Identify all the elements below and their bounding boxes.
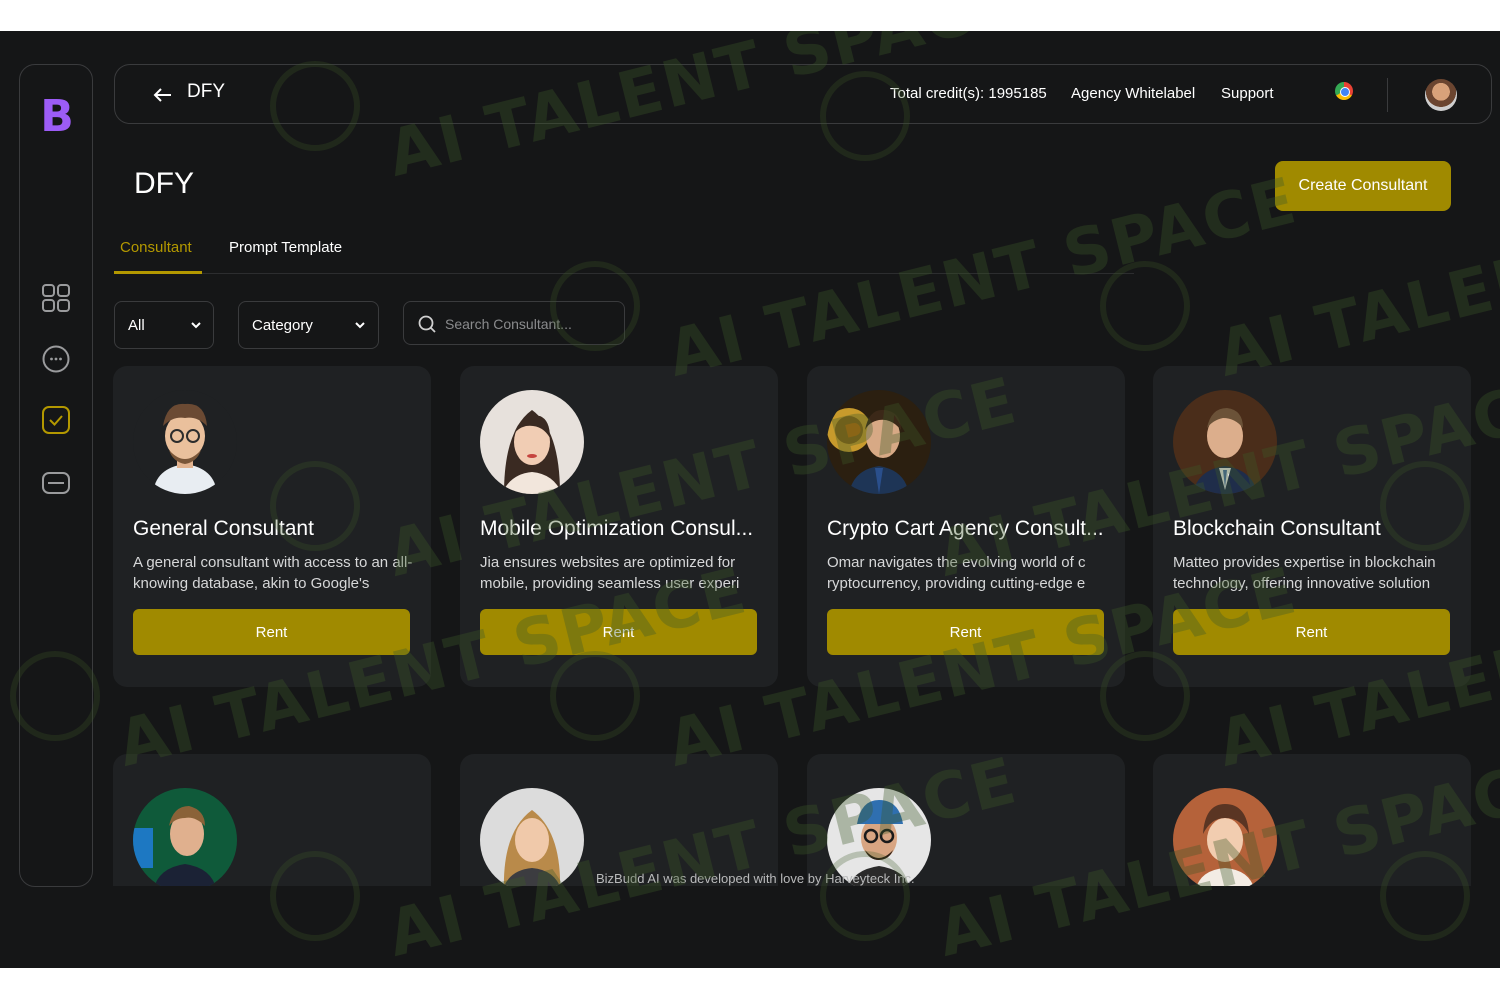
consultant-description: Jia ensures websites are optimized for m… xyxy=(480,554,740,592)
back-arrow-icon[interactable] xyxy=(151,83,175,107)
consultant-description: A general consultant with access to an a… xyxy=(133,554,413,592)
bottom-mask xyxy=(100,886,1500,968)
avatar xyxy=(480,788,584,892)
chrome-icon[interactable] xyxy=(1335,82,1353,100)
type-select[interactable]: All xyxy=(114,301,214,349)
search-box xyxy=(403,301,625,345)
avatar xyxy=(133,788,237,892)
consultant-name: Crypto Cart Agency Consult... xyxy=(827,517,1104,540)
rent-button[interactable]: Rent xyxy=(133,609,410,655)
search-icon xyxy=(417,314,437,334)
rent-button[interactable]: Rent xyxy=(827,609,1104,655)
category-select-value: Category xyxy=(252,317,313,334)
watermark-text: AI TALENT SPACE xyxy=(660,164,1305,392)
create-consultant-button[interactable]: Create Consultant xyxy=(1275,161,1451,211)
consultant-card: Mobile Optimization Consul... Jia ensure… xyxy=(460,366,778,687)
topbar-divider xyxy=(1387,78,1388,112)
rent-button[interactable]: Rent xyxy=(1173,609,1450,655)
agency-whitelabel-link[interactable]: Agency Whitelabel xyxy=(1071,85,1195,102)
avatar xyxy=(1173,788,1277,892)
chevron-down-icon xyxy=(353,318,367,332)
consultant-name: Blockchain Consultant xyxy=(1173,517,1381,540)
category-select[interactable]: Category xyxy=(238,301,379,349)
consultant-description: Matteo provides expertise in blockchain … xyxy=(1173,554,1436,592)
top-bar: DFY Total credit(s): 1995185 Agency Whit… xyxy=(114,64,1492,124)
chevron-down-icon xyxy=(189,318,203,332)
tab-consultant[interactable]: Consultant xyxy=(120,239,192,256)
avatar xyxy=(133,390,237,494)
card-icon[interactable] xyxy=(41,468,71,498)
user-avatar[interactable] xyxy=(1425,79,1457,111)
support-link[interactable]: Support xyxy=(1221,85,1274,102)
app-screen: B DFY Total credit(s): 1995185 Agency Wh… xyxy=(0,31,1500,968)
consultant-card: Crypto Cart Agency Consult... Omar navig… xyxy=(807,366,1125,687)
type-select-value: All xyxy=(128,317,145,334)
rent-button[interactable]: Rent xyxy=(480,609,757,655)
avatar xyxy=(827,390,931,494)
credits-counter: Total credit(s): 1995185 xyxy=(890,85,1047,102)
consultant-name: Mobile Optimization Consul... xyxy=(480,517,754,540)
tab-prompt-template[interactable]: Prompt Template xyxy=(229,239,342,256)
search-input[interactable] xyxy=(445,312,615,336)
app-logo[interactable]: B xyxy=(40,95,74,139)
grid-icon[interactable] xyxy=(41,283,71,313)
page-title: DFY xyxy=(134,167,194,200)
sidebar: B xyxy=(19,64,93,887)
topbar-title: DFY xyxy=(187,81,225,102)
consultant-card: General Consultant A general consultant … xyxy=(113,366,431,687)
tab-active-indicator xyxy=(114,271,202,274)
tabs-divider xyxy=(114,273,1134,274)
check-square-icon[interactable] xyxy=(41,405,71,435)
consultant-description: Omar navigates the evolving world of c r… xyxy=(827,554,1086,592)
avatar xyxy=(1173,390,1277,494)
avatar xyxy=(480,390,584,494)
watermark-logo-icon xyxy=(1100,261,1190,351)
consultant-card: Blockchain Consultant Matteo provides ex… xyxy=(1153,366,1471,687)
chat-bubble-icon[interactable] xyxy=(41,344,71,374)
footer-credit: BizBudd AI was developed with love by Ha… xyxy=(596,871,915,886)
consultant-name: General Consultant xyxy=(133,517,314,540)
